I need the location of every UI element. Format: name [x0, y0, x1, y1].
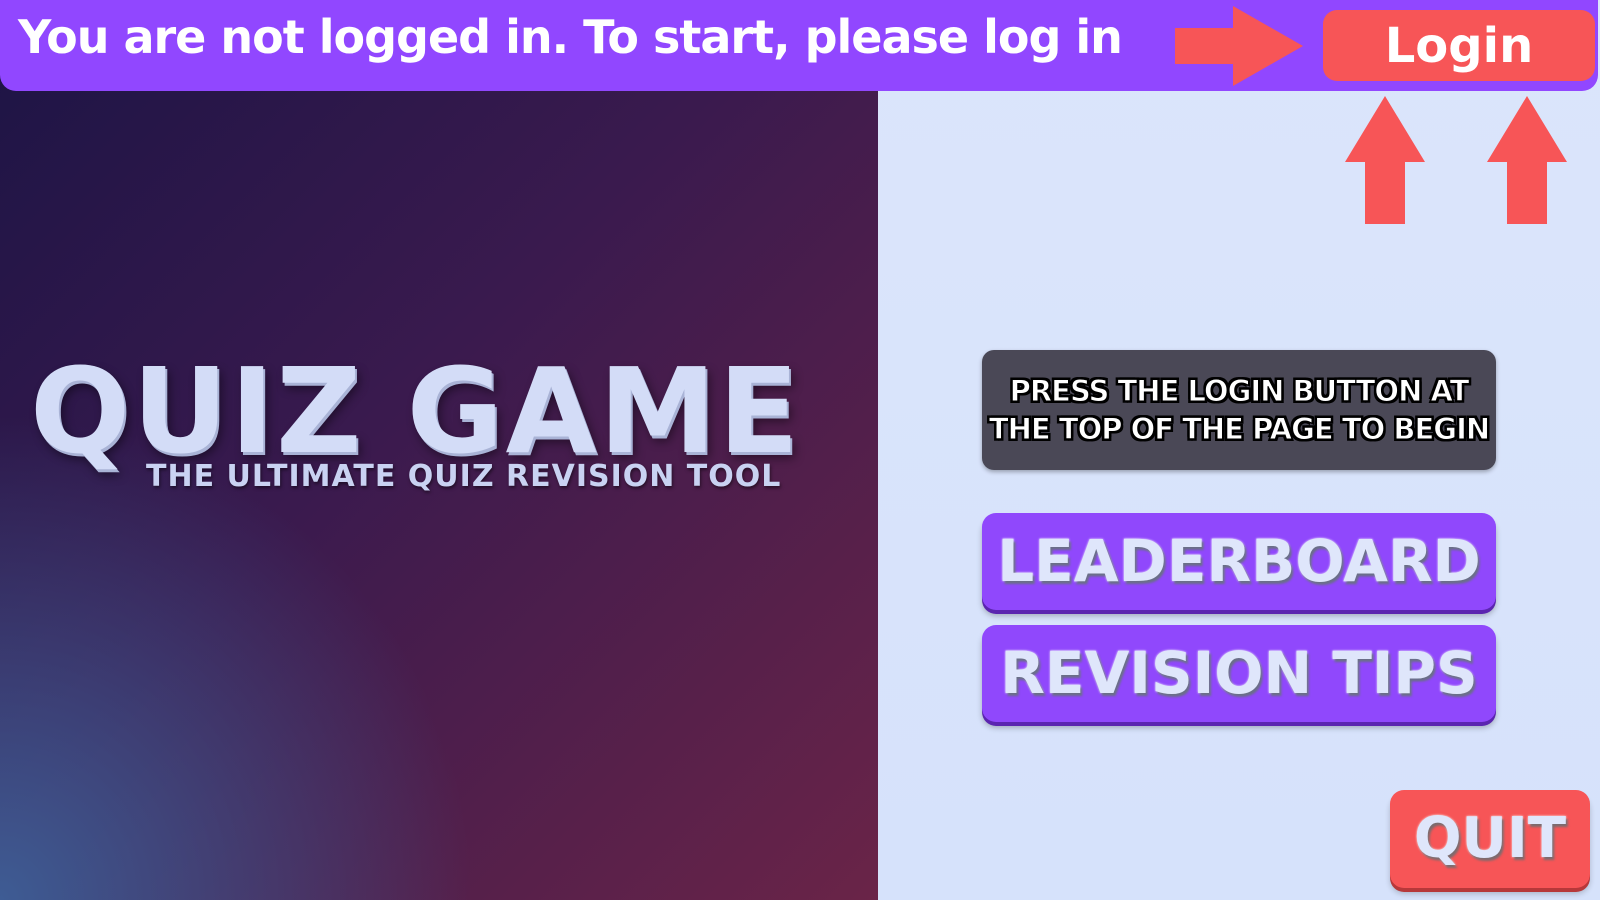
game-title: QUIZ GAME	[30, 342, 801, 480]
main-menu-screen: You are not logged in. To start, please …	[0, 0, 1600, 900]
leaderboard-button[interactable]: LEADERBOARD	[982, 513, 1496, 610]
login-instruction-text: PRESS THE LOGIN BUTTON AT THE TOP OF THE…	[988, 374, 1490, 447]
login-status-bar: You are not logged in. To start, please …	[0, 0, 1598, 91]
game-subtitle: THE ULTIMATE QUIZ REVISION TOOL	[146, 459, 782, 494]
revision-tips-button[interactable]: REVISION TIPS	[982, 625, 1496, 722]
login-instruction-box: PRESS THE LOGIN BUTTON AT THE TOP OF THE…	[982, 350, 1496, 470]
login-status-message: You are not logged in. To start, please …	[18, 10, 1123, 64]
arrow-right-icon	[1175, 6, 1303, 86]
quit-button[interactable]: QUIT	[1390, 790, 1590, 888]
arrow-up-icon	[1345, 96, 1425, 224]
arrow-up-icon	[1487, 96, 1567, 224]
login-button[interactable]: Login	[1323, 10, 1595, 81]
